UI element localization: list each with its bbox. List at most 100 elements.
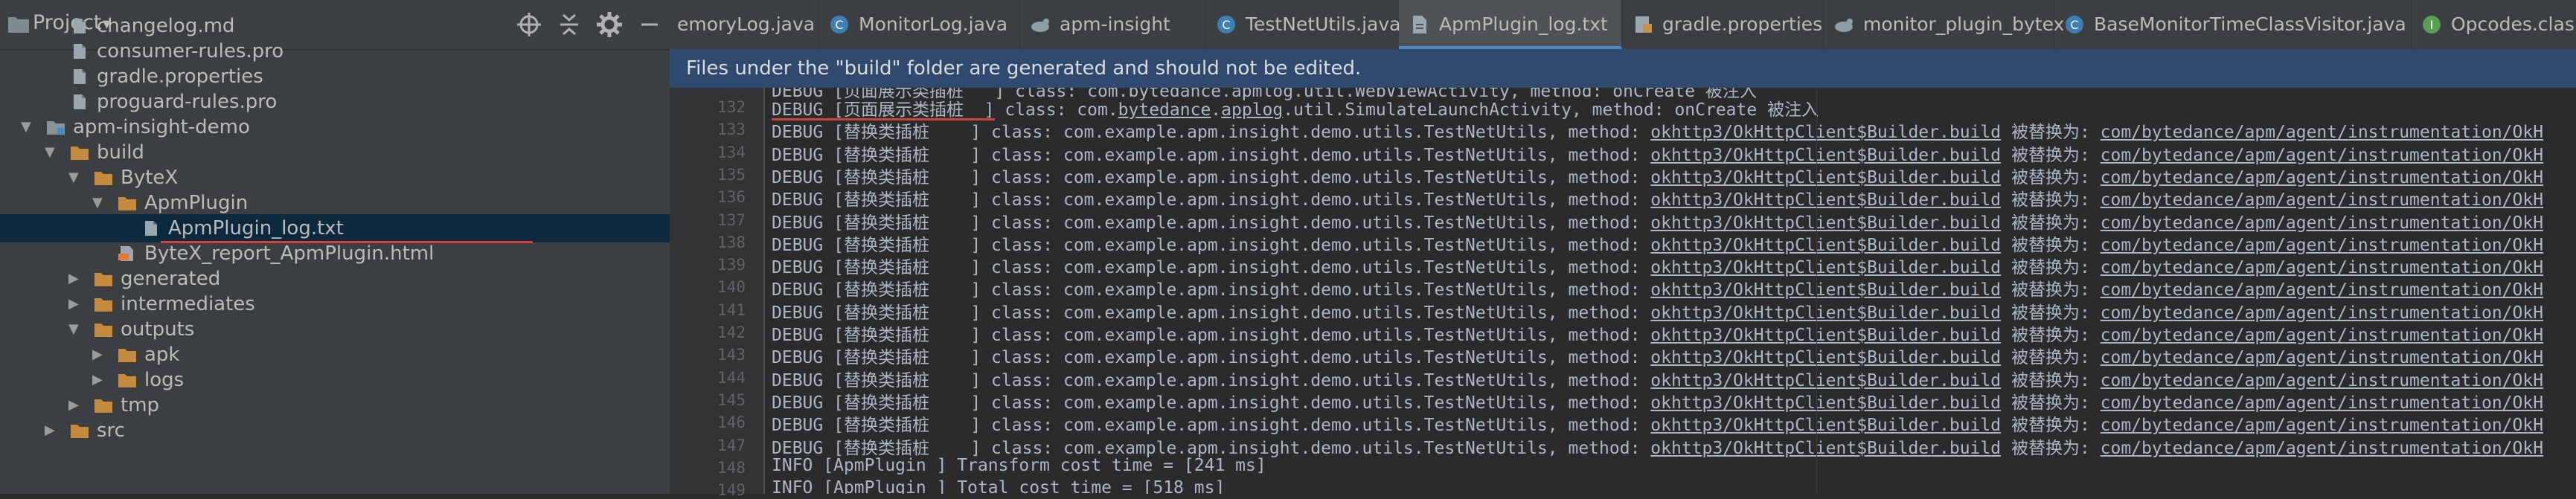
expand-arrow-right-icon[interactable]: ▶ bbox=[68, 391, 83, 419]
tree-item-label: generated bbox=[121, 268, 221, 290]
expand-arrow-down-icon[interactable]: ▼ bbox=[92, 189, 107, 217]
tree-item[interactable]: ▼ outputs bbox=[0, 315, 670, 344]
code-line: DEBUG [替换类插桩 ] class: com.example.apm.in… bbox=[772, 366, 2543, 391]
hyperlink-text: okhttp3/OkHttpClient$Builder.build bbox=[1650, 280, 2002, 300]
props-icon bbox=[1635, 16, 1652, 33]
log-level: DEBUG bbox=[772, 100, 824, 120]
log-tag: [替换类插桩 ] bbox=[833, 416, 981, 436]
tab-apmplugin-log-txt[interactable]: ApmPlugin_log.txt bbox=[1399, 0, 1622, 49]
tab-label: emoryLog.java bbox=[677, 13, 816, 35]
line-number: 146 bbox=[717, 413, 746, 432]
line-number: 139 bbox=[717, 256, 746, 274]
tree-item-label: proguard-rules.pro bbox=[97, 91, 278, 113]
tab-label: ApmPlugin_log.txt bbox=[1439, 13, 1608, 35]
log-text: class: com.example.apm.insight.demo.util… bbox=[981, 438, 1651, 458]
line-number: 136 bbox=[717, 188, 746, 207]
class-icon: C bbox=[830, 16, 848, 33]
log-tag: [替换类插桩 ] bbox=[833, 303, 981, 323]
code-line: DEBUG [替换类插桩 ] class: com.example.apm.in… bbox=[772, 343, 2543, 368]
log-text: 被替换为: bbox=[2001, 258, 2101, 278]
tab-basemonitortimeclassvisitor-java[interactable]: C BaseMonitorTimeClassVisitor.java bbox=[2054, 0, 2412, 49]
hyperlink-text: okhttp3/OkHttpClient$Builder.build bbox=[1650, 438, 2002, 458]
code-line: DEBUG [替换类插桩 ] class: com.example.apm.in… bbox=[772, 275, 2543, 300]
tab-label: monitor_plugin_bytex bbox=[1863, 13, 2065, 35]
hyperlink-text: okhttp3/OkHttpClient$Builder.build bbox=[1650, 235, 2002, 255]
expand-arrow-right-icon[interactable]: ▶ bbox=[92, 341, 107, 369]
tree-item[interactable]: changelog.md bbox=[0, 12, 670, 40]
log-level: INFO bbox=[772, 455, 813, 475]
expand-arrow-down-icon[interactable]: ▼ bbox=[45, 138, 60, 167]
tree-item[interactable]: ▼ apm-insight-demo bbox=[0, 113, 670, 141]
expand-arrow-right-icon[interactable]: ▶ bbox=[68, 265, 83, 293]
gradle-icon bbox=[1835, 19, 1853, 32]
tab-label: MonitorLog.java bbox=[859, 13, 1008, 35]
tree-item[interactable]: ▼ build bbox=[0, 138, 670, 167]
tree-item-label: ApmPlugin bbox=[144, 192, 249, 214]
tree-item[interactable]: ▶ apk bbox=[0, 341, 670, 369]
tree-item[interactable]: ▶ tmp bbox=[0, 391, 670, 419]
interface-icon: I bbox=[2423, 16, 2441, 33]
log-level: DEBUG bbox=[772, 280, 824, 300]
tree-item[interactable]: ▶ src bbox=[0, 416, 670, 445]
expand-arrow-right-icon[interactable]: ▶ bbox=[92, 366, 107, 394]
hyperlink-text: com/bytedance/apm/agent/instrumentation/… bbox=[2100, 258, 2544, 278]
hyperlink-text: okhttp3/OkHttpClient$Builder.build bbox=[1650, 145, 2002, 165]
tree-item[interactable]: ▼ ByteX bbox=[0, 164, 670, 192]
class-icon: C bbox=[2066, 16, 2083, 33]
log-tag: [替换类插桩 ] bbox=[833, 370, 981, 390]
log-level: DEBUG bbox=[772, 303, 824, 323]
expand-arrow-right-icon[interactable]: ▶ bbox=[68, 290, 83, 318]
folder-icon bbox=[94, 399, 112, 413]
log-tag: [替换类插桩 ] bbox=[833, 213, 981, 233]
log-text: 被替换为: bbox=[2001, 348, 2101, 368]
expand-arrow-down-icon[interactable]: ▼ bbox=[68, 315, 83, 344]
tab-testnetutils-java[interactable]: C TestNetUtils.java bbox=[1205, 0, 1400, 49]
tree-item[interactable]: ApmPlugin_log.txt bbox=[0, 214, 670, 242]
code-line: DEBUG [替换类插桩 ] class: com.example.apm.in… bbox=[772, 411, 2543, 436]
tree-item-label: gradle.properties bbox=[97, 65, 263, 88]
tree-item-label: tmp bbox=[121, 394, 160, 416]
log-text: class: com.example.apm.insight.demo.util… bbox=[981, 235, 1651, 255]
tab-monitor-plugin-bytex[interactable]: monitor_plugin_bytex bbox=[1823, 0, 2064, 49]
tree-item-label: ByteX_report_ApmPlugin.html bbox=[144, 242, 435, 265]
tree-item[interactable]: ▶ generated bbox=[0, 265, 670, 293]
editor-tab-bar: emoryLog.java C MonitorLog.java apm-insight… bbox=[670, 0, 2576, 51]
tab-monitorlog-java[interactable]: C MonitorLog.java bbox=[818, 0, 1020, 49]
tree-item[interactable]: ByteX_report_ApmPlugin.html bbox=[0, 239, 670, 268]
expand-arrow-right-icon[interactable]: ▶ bbox=[45, 416, 60, 445]
expand-arrow-down-icon[interactable]: ▼ bbox=[21, 113, 36, 141]
tab-gradle-properties[interactable]: gradle.properties bbox=[1622, 0, 1824, 49]
expand-arrow-down-icon[interactable]: ▼ bbox=[68, 164, 83, 192]
line-number: 133 bbox=[717, 120, 746, 139]
hyperlink-text: com/bytedance/apm/agent/instrumentation/… bbox=[2100, 370, 2544, 390]
log-level: DEBUG bbox=[772, 190, 824, 210]
editor-content[interactable]: DEBUG [页面展示类插桩 ] class: com.bytedance.ap… bbox=[772, 88, 2576, 494]
line-number: 140 bbox=[717, 278, 746, 297]
tree-item[interactable]: consumer-rules.pro bbox=[0, 37, 670, 65]
code-line: DEBUG [替换类插桩 ] class: com.example.apm.in… bbox=[772, 388, 2543, 413]
tree-item-label: ByteX bbox=[121, 167, 179, 189]
line-number: 134 bbox=[717, 143, 746, 161]
log-tag: [替换类插桩 ] bbox=[833, 280, 981, 300]
log-level: DEBUG bbox=[772, 326, 824, 345]
tab-opcodes-clas[interactable]: I Opcodes.clas bbox=[2411, 0, 2576, 49]
log-text: class: com.example.apm.insight.demo.util… bbox=[981, 303, 1651, 323]
file-icon bbox=[74, 19, 86, 33]
tree-item[interactable]: ▶ intermediates bbox=[0, 290, 670, 318]
hyperlink-text: okhttp3/OkHttpClient$Builder.build bbox=[1650, 416, 2002, 436]
log-text: class: com.example.apm.insight.demo.util… bbox=[981, 393, 1651, 413]
tree-item[interactable]: proguard-rules.pro bbox=[0, 88, 670, 116]
code-line: DEBUG [替换类插桩 ] class: com.example.apm.in… bbox=[772, 185, 2543, 210]
tree-item[interactable]: ▼ ApmPlugin bbox=[0, 189, 670, 217]
tab-emorylog-java[interactable]: emoryLog.java bbox=[670, 0, 819, 49]
tree-item[interactable]: gradle.properties bbox=[0, 62, 670, 91]
tab-apm-insight[interactable]: apm-insight bbox=[1019, 0, 1206, 49]
line-number: 149 bbox=[717, 481, 746, 499]
tree-item-label: intermediates bbox=[121, 293, 255, 315]
annotation-underline bbox=[772, 118, 995, 121]
hyperlink-text: okhttp3/OkHttpClient$Builder.build bbox=[1650, 213, 2002, 233]
hyperlink-text: okhttp3/OkHttpClient$Builder.build bbox=[1650, 167, 2002, 187]
tree-item[interactable]: ▶ logs bbox=[0, 366, 670, 394]
hyperlink-text: okhttp3/OkHttpClient$Builder.build bbox=[1650, 326, 2002, 345]
tree-item-label: changelog.md bbox=[97, 15, 235, 37]
